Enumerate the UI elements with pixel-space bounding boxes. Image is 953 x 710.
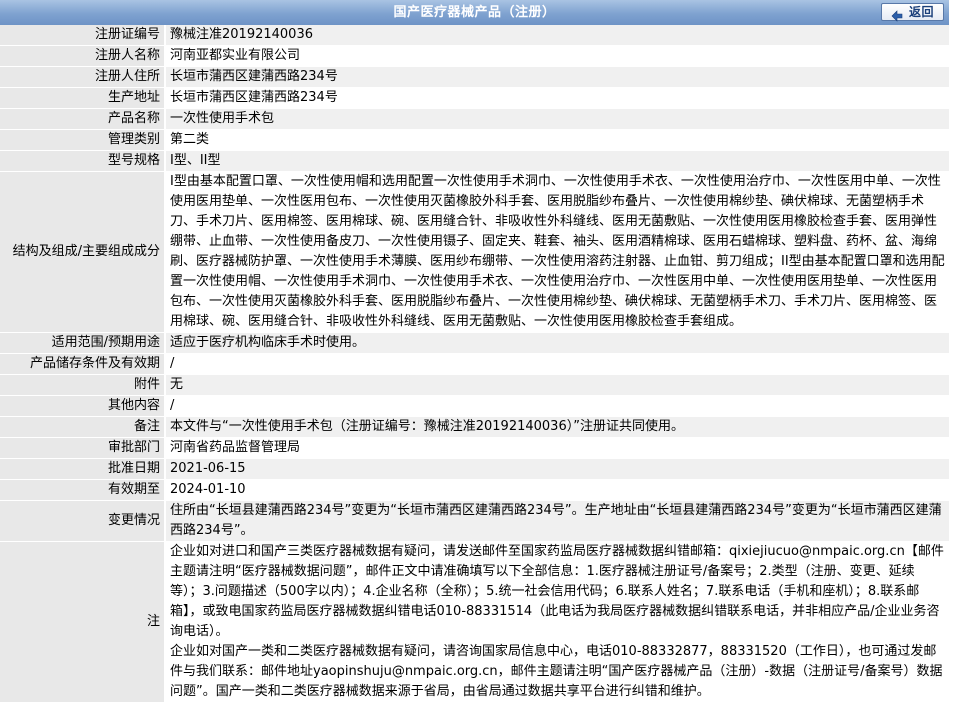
table-row: 结构及组成/主要组成成分 I型由基本配置口罩、一次性使用帽和选用配置一次性使用手术… [0,171,949,333]
back-button[interactable]: 返回 [881,3,944,22]
table-row: 注册人名称 河南亚都实业有限公司 [0,45,949,67]
note-label: 注 [0,541,166,703]
field-label: 审批部门 [0,437,166,459]
table-row: 其他内容 / [0,395,949,417]
field-value: 本文件与“一次性使用手术包（注册证编号：豫械注准20192140036）”注册证… [165,416,949,438]
note-paragraph-domestic: 企业如对国产一类和二类医疗器械数据有疑问，请咨询国家局信息中心，电话010-88… [170,644,943,699]
table-row-note: 注企业如对进口和国产三类医疗器械数据有疑问，请发送邮件至国家药监局医疗器械数据纠… [0,541,949,703]
table-row: 批准日期 2021-06-15 [0,458,949,480]
field-label: 附件 [0,374,166,396]
field-value: 长垣市蒲西区建蒲西路234号 [165,66,949,88]
field-label: 有效期至 [0,479,166,501]
field-value: 河南亚都实业有限公司 [165,45,949,67]
table-row: 型号规格 I型、II型 [0,150,949,172]
table-row: 生产地址 长垣市蒲西区建蒲西路234号 [0,87,949,109]
page-header: 国产医疗器械产品（注册） 返回 [0,0,949,25]
field-label: 注册人住所 [0,66,166,88]
table-row: 适用范围/预期用途 适应于医疗机构临床手术时使用。 [0,332,949,354]
table-row: 有效期至 2024-01-10 [0,479,949,501]
field-label: 注册人名称 [0,45,166,67]
table-row: 管理类别 第二类 [0,129,949,151]
field-value: I型、II型 [165,150,949,172]
field-value: 第二类 [165,129,949,151]
back-button-label: 返回 [908,4,934,19]
field-label: 产品储存条件及有效期 [0,353,166,375]
field-value: 一次性使用手术包 [165,108,949,130]
field-label: 产品名称 [0,108,166,130]
field-value: 住所由“长垣县建蒲西路234号”变更为“长垣市蒲西区建蒲西路234号”。生产地址… [165,500,949,542]
page-title: 国产医疗器械产品（注册） [393,5,556,20]
field-label: 注册证编号 [0,25,166,46]
note-paragraph-imported: 企业如对进口和国产三类医疗器械数据有疑问，请发送邮件至国家药监局医疗器械数据纠错… [170,544,944,639]
page: 国产医疗器械产品（注册） 返回 注册证编号 豫械注准20192140036 注册人名… [0,0,953,710]
table-row: 产品储存条件及有效期 / [0,353,949,375]
field-value: I型由基本配置口罩、一次性使用帽和选用配置一次性使用手术洞巾、一次性使用手术衣、… [165,171,949,333]
field-label: 生产地址 [0,87,166,109]
field-value: 无 [165,374,949,396]
field-value: 适应于医疗机构临床手术时使用。 [165,332,949,354]
table-row: 产品名称 一次性使用手术包 [0,108,949,130]
note-value: 企业如对进口和国产三类医疗器械数据有疑问，请发送邮件至国家药监局医疗器械数据纠错… [165,541,949,703]
table-row: 注册证编号 豫械注准20192140036 [0,25,949,46]
table-row: 附件无 [0,374,949,396]
field-label: 变更情况 [0,500,166,542]
field-label: 结构及组成/主要组成成分 [0,171,166,333]
field-value: 2021-06-15 [165,458,949,480]
registration-info-table: 注册证编号 豫械注准20192140036 注册人名称 河南亚都实业有限公司 注册人住所… [0,25,949,703]
field-value: 2024-01-10 [165,479,949,501]
back-arrow-icon [891,6,903,22]
field-label: 型号规格 [0,150,166,172]
table-row: 变更情况 住所由“长垣县建蒲西路234号”变更为“长垣市蒲西区建蒲西路234号”。… [0,500,949,542]
field-value: 豫械注准20192140036 [165,25,949,46]
table-row: 注册人住所 长垣市蒲西区建蒲西路234号 [0,66,949,88]
field-value: / [165,353,949,375]
field-value: / [165,395,949,417]
field-label: 批准日期 [0,458,166,480]
field-label: 备注 [0,416,166,438]
field-value: 河南省药品监督管理局 [165,437,949,459]
field-label: 其他内容 [0,395,166,417]
field-label: 管理类别 [0,129,166,151]
table-row: 审批部门 河南省药品监督管理局 [0,437,949,459]
table-row: 备注 本文件与“一次性使用手术包（注册证编号：豫械注准20192140036）”注… [0,416,949,438]
field-label: 适用范围/预期用途 [0,332,166,354]
field-value: 长垣市蒲西区建蒲西路234号 [165,87,949,109]
